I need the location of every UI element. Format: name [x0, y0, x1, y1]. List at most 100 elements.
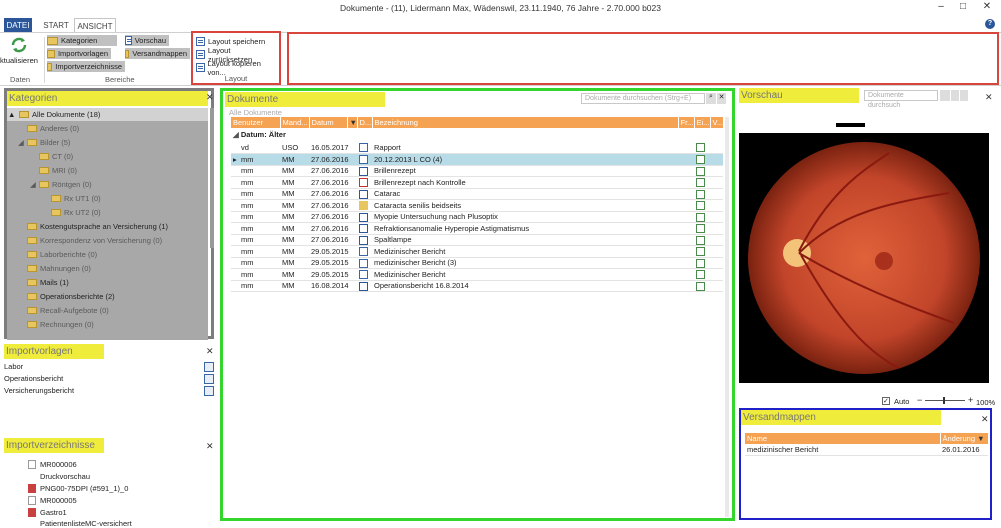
column-header[interactable]: Bezeichnung	[372, 117, 679, 128]
zoom-out-icon[interactable]: −	[917, 395, 922, 405]
list-item[interactable]: MR000005	[40, 496, 77, 505]
table-row[interactable]: mm MM 27.06.2016 Spaltlampe	[231, 234, 723, 246]
help-icon[interactable]: ?	[985, 19, 995, 29]
layout-copy-button[interactable]: Layout kopieren von...	[196, 59, 279, 77]
breadcrumb[interactable]: Alle Dokumente	[229, 108, 282, 117]
table-row[interactable]: mm MM 27.06.2016 Brillenrezept nach Kontrol…	[231, 176, 723, 189]
list-item[interactable]: Labor	[4, 362, 23, 371]
column-header[interactable]: V...	[710, 117, 724, 128]
zoom-slider[interactable]	[925, 400, 965, 401]
kategorien-close-icon[interactable]: ✕	[206, 92, 214, 103]
table-row[interactable]: mm MM 29.05.2015 Medizinischer Bericht	[231, 268, 723, 281]
tree-item[interactable]: Rechnungen (0)	[27, 318, 94, 331]
export-icon[interactable]	[694, 234, 710, 246]
refresh-button[interactable]: ktualisieren	[0, 56, 38, 65]
doc-type-icon[interactable]	[357, 245, 372, 258]
table-row[interactable]: mm MM 29.05.2015 medizinischer Bericht (3)	[231, 257, 723, 269]
tree-item[interactable]: Kostengutsprache an Versicherung (1)	[27, 220, 168, 233]
nav-next-icon[interactable]	[960, 90, 968, 101]
column-header[interactable]: Mand...	[280, 117, 310, 128]
export-icon[interactable]	[694, 153, 710, 166]
doc-type-icon[interactable]	[357, 165, 372, 177]
table-row[interactable]: medizinischer Bericht 26.01.2016	[745, 444, 988, 456]
bereich-versandmappen-button[interactable]: Versandmappen	[125, 48, 190, 59]
doc-type-icon[interactable]	[357, 222, 372, 235]
table-row[interactable]: mm MM 27.06.2016 Myopie Untersuchung nach P…	[231, 211, 723, 223]
column-header[interactable]: Datum	[309, 117, 348, 128]
tree-item[interactable]: ◢ Bilder (5)	[18, 136, 70, 149]
doc-type-icon[interactable]	[357, 142, 372, 154]
table-row[interactable]: mm MM 27.06.2016 Brillenrezept	[231, 165, 723, 177]
search-icon[interactable]	[940, 90, 950, 101]
auto-checkbox[interactable]: ✓	[882, 397, 890, 405]
preview-image[interactable]	[739, 133, 989, 383]
list-item[interactable]: Druckvorschau	[40, 472, 90, 481]
expander-icon[interactable]: ◢	[18, 136, 24, 149]
export-icon[interactable]	[694, 268, 710, 281]
vorschau-close-icon[interactable]: ✕	[985, 92, 993, 103]
export-icon[interactable]	[694, 199, 710, 212]
minimize-button[interactable]: –	[930, 1, 952, 15]
table-row[interactable]: mm MM 27.06.2016 Catarac	[231, 188, 723, 200]
tree-item[interactable]: CT (0)	[39, 150, 73, 163]
doc-type-icon[interactable]	[357, 211, 372, 223]
sort-icon[interactable]: ▼	[347, 117, 358, 128]
tree-item[interactable]: ▲ Alle Dokumente (18)	[7, 108, 208, 121]
doc-type-icon[interactable]	[357, 153, 372, 166]
doc-type-icon[interactable]	[357, 188, 372, 200]
tree-item[interactable]: Rx UT1 (0)	[51, 192, 101, 205]
column-header[interactable]: Name	[745, 433, 941, 444]
template-icon[interactable]	[204, 386, 214, 396]
tree-item[interactable]: Mahnungen (0)	[27, 262, 91, 275]
bereich-importverzeichnisse-button[interactable]: Importverzeichnisse	[47, 61, 125, 72]
tree-scrollbar[interactable]	[210, 108, 214, 248]
list-item[interactable]: Gastro1	[40, 508, 67, 517]
export-icon[interactable]	[694, 176, 710, 189]
table-row[interactable]: vd USO 16.05.2017 Rapport	[231, 142, 723, 154]
tab-datei[interactable]: DATEI	[4, 18, 32, 33]
clear-search-icon[interactable]: ✕	[717, 93, 726, 104]
bereich-vorschau-button[interactable]: Vorschau	[125, 35, 169, 46]
dokumente-scrollbar[interactable]	[725, 117, 729, 517]
tree-item[interactable]: ◢ Röntgen (0)	[30, 178, 92, 191]
tree-item[interactable]: Rx UT2 (0)	[51, 206, 101, 219]
doc-type-icon[interactable]	[357, 268, 372, 281]
bereich-kategorien-button[interactable]: Kategorien	[47, 35, 117, 46]
nav-prev-icon[interactable]	[951, 90, 959, 101]
column-header[interactable]: Ei...	[694, 117, 711, 128]
export-icon[interactable]	[694, 280, 710, 292]
column-header[interactable]: Änderung ▼	[940, 433, 989, 444]
export-icon[interactable]	[694, 257, 710, 269]
bereich-importvorlagen-button[interactable]: Importvorlagen	[47, 48, 111, 59]
export-icon[interactable]	[694, 245, 710, 258]
table-row[interactable]: ▸ mm MM 27.06.2016 20.12.2013 L CO (4)	[231, 153, 723, 166]
zoom-in-icon[interactable]: +	[968, 395, 973, 405]
zoom-slider-thumb[interactable]	[943, 397, 945, 404]
column-header[interactable]: Benutzer	[231, 117, 281, 128]
table-row[interactable]: mm MM 27.06.2016 Refraktionsanomalie Hypero…	[231, 222, 723, 235]
export-icon[interactable]	[694, 142, 710, 154]
export-icon[interactable]	[694, 211, 710, 223]
export-icon[interactable]	[694, 222, 710, 235]
table-row[interactable]: mm MM 29.05.2015 Medizinischer Bericht	[231, 245, 723, 258]
vorschau-search-input[interactable]: Dokumente durchsuch	[864, 90, 938, 109]
list-item[interactable]: PNG00-75DPI (#591_1)_0	[40, 484, 128, 493]
list-item[interactable]: MR000006	[40, 460, 77, 469]
expander-icon[interactable]: ◢	[30, 178, 36, 191]
list-item[interactable]: Operationsbericht	[4, 374, 63, 383]
search-icon[interactable]: ⌕	[706, 93, 716, 104]
tab-start[interactable]: START	[38, 18, 74, 33]
table-row[interactable]: mm MM 16.08.2014 Operationsbericht 16.8.201…	[231, 280, 723, 292]
doc-type-icon[interactable]	[357, 234, 372, 246]
tree-item[interactable]: Anderes (0)	[27, 122, 79, 135]
expander-icon[interactable]: ▲	[8, 108, 16, 121]
table-row[interactable]: mm MM 27.06.2016 Cataracta senilis beidseit…	[231, 199, 723, 212]
importvorlagen-close-icon[interactable]: ✕	[206, 346, 214, 357]
dokumente-search-input[interactable]: Dokumente durchsuchen (Strg+E)	[581, 93, 705, 104]
list-item[interactable]: Versicherungsbericht	[4, 386, 74, 395]
template-icon[interactable]	[204, 362, 214, 372]
maximize-button[interactable]: □	[952, 1, 974, 15]
export-icon[interactable]	[694, 165, 710, 177]
versandmappen-close-icon[interactable]: ✕	[981, 414, 989, 425]
template-icon[interactable]	[204, 374, 214, 384]
